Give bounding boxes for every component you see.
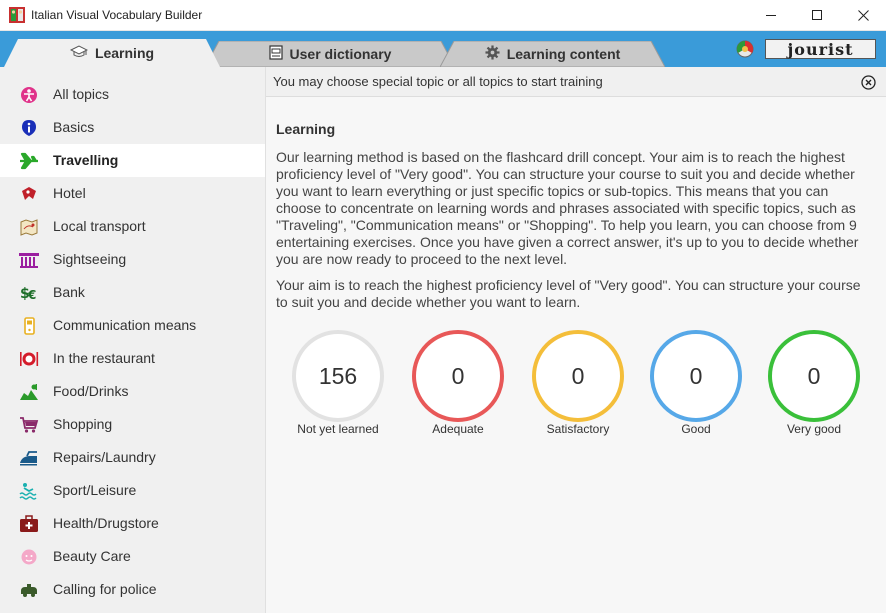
sidebar-item-communication-means[interactable]: Communication means bbox=[0, 309, 265, 342]
sidebar-item-label: Sport/Leisure bbox=[53, 482, 137, 498]
sidebar-item-label: Communication means bbox=[53, 317, 197, 333]
sidebar-item-label: Basics bbox=[53, 119, 95, 135]
close-icon bbox=[857, 10, 869, 21]
sidebar-item-all-topics[interactable]: All topics bbox=[0, 78, 265, 111]
tab-label: Learning content bbox=[506, 46, 621, 62]
sidebar-item-label: Local transport bbox=[53, 218, 146, 234]
sidebar-item-shopping[interactable]: Shopping bbox=[0, 408, 265, 441]
sidebar-item-sightseeing[interactable]: Sightseeing bbox=[0, 243, 265, 276]
police-icon bbox=[19, 580, 39, 600]
description-paragraph: Our learning method is based on the flas… bbox=[276, 149, 859, 267]
svg-text:€: € bbox=[27, 288, 36, 302]
stat-ring: 0 bbox=[650, 330, 742, 422]
cart-icon bbox=[19, 415, 39, 435]
section-title: Learning bbox=[276, 121, 336, 137]
map-icon bbox=[19, 217, 39, 237]
tab-user-dictionary[interactable]: User dictionary bbox=[205, 41, 455, 67]
minimize-icon bbox=[765, 15, 776, 16]
topics-sidebar: All topics Basics Travelling Hotel Local… bbox=[0, 67, 266, 613]
sidebar-item-label: Bank bbox=[53, 284, 85, 300]
sidebar-item-repairs-laundry[interactable]: Repairs/Laundry bbox=[0, 441, 265, 474]
stat-label: Adequate bbox=[432, 422, 484, 436]
hotel-icon bbox=[19, 184, 39, 204]
sidebar-item-food-drinks[interactable]: Food/Drinks bbox=[0, 375, 265, 408]
tab-learning-content[interactable]: Learning content bbox=[440, 41, 665, 67]
sidebar-item-health-drugstore[interactable]: Health/Drugstore bbox=[0, 507, 265, 540]
currency-icon: $ € bbox=[19, 283, 39, 303]
sidebar-item-travelling[interactable]: Travelling bbox=[0, 144, 265, 177]
sidebar-item-label: Hotel bbox=[53, 185, 86, 201]
first-aid-icon bbox=[19, 514, 39, 534]
stat-label: Satisfactory bbox=[546, 422, 610, 436]
iron-icon bbox=[19, 448, 39, 468]
sidebar-item-bank[interactable]: $ € Bank bbox=[0, 276, 265, 309]
sidebar-item-sport-leisure[interactable]: Sport/Leisure bbox=[0, 474, 265, 507]
stat-value: 0 bbox=[571, 362, 585, 389]
sidebar-item-basics[interactable]: Basics bbox=[0, 111, 265, 144]
gear-icon bbox=[485, 45, 500, 63]
columns-icon bbox=[19, 250, 39, 270]
tab-label: User dictionary bbox=[289, 46, 392, 62]
close-banner-icon[interactable] bbox=[861, 75, 876, 90]
sidebar-item-label: Shopping bbox=[53, 416, 113, 432]
jourist-logo: jourist bbox=[765, 39, 876, 59]
plate-icon bbox=[19, 349, 39, 369]
sidebar-item-hotel[interactable]: Hotel bbox=[0, 177, 265, 210]
sidebar-item-beauty-care[interactable]: Beauty Care bbox=[0, 540, 265, 573]
summary-paragraph: Your aim is to reach the highest profici… bbox=[276, 277, 861, 310]
sidebar-item-in-the-restaurant[interactable]: In the restaurant bbox=[0, 342, 265, 375]
main-panel: You may choose special topic or all topi… bbox=[266, 67, 886, 613]
window-title: Italian Visual Vocabulary Builder bbox=[31, 8, 203, 22]
stat-value: 156 bbox=[318, 362, 358, 389]
airplane-icon bbox=[19, 151, 39, 171]
all-topics-icon bbox=[19, 85, 39, 105]
tab-label: Learning bbox=[94, 45, 155, 61]
dictionary-icon bbox=[268, 45, 283, 63]
info-icon bbox=[19, 118, 39, 138]
maximize-button[interactable] bbox=[794, 0, 840, 31]
swimming-icon bbox=[19, 481, 39, 501]
stat-ring: 156 bbox=[292, 330, 384, 422]
sidebar-item-label: All topics bbox=[53, 86, 110, 102]
app-icon bbox=[9, 7, 25, 23]
sidebar-item-label: Beauty Care bbox=[53, 548, 131, 564]
face-icon bbox=[19, 547, 39, 567]
minimize-button[interactable] bbox=[748, 0, 794, 31]
graduation-cap-icon bbox=[69, 44, 89, 62]
sidebar-item-label: Travelling bbox=[53, 152, 119, 168]
language-flag-icon[interactable] bbox=[736, 40, 754, 58]
stat-ring: 0 bbox=[412, 330, 504, 422]
stat-ring: 0 bbox=[768, 330, 860, 422]
logo-text: jourist bbox=[787, 39, 854, 59]
stat-label: Not yet learned bbox=[297, 422, 379, 436]
tab-learning[interactable]: Learning bbox=[4, 39, 220, 67]
phone-icon bbox=[19, 316, 39, 336]
sidebar-item-label: Calling for police bbox=[53, 581, 157, 597]
stat-label: Very good bbox=[786, 422, 842, 436]
close-button[interactable] bbox=[840, 0, 886, 31]
sidebar-item-label: Repairs/Laundry bbox=[53, 449, 156, 465]
sidebar-item-calling-for-police[interactable]: Calling for police bbox=[0, 573, 265, 606]
maximize-icon bbox=[811, 10, 822, 20]
sidebar-item-label: Sightseeing bbox=[53, 251, 127, 267]
food-icon bbox=[19, 382, 39, 402]
sidebar-item-local-transport[interactable]: Local transport bbox=[0, 210, 265, 243]
title-bar: Italian Visual Vocabulary Builder bbox=[0, 0, 886, 31]
sidebar-item-label: In the restaurant bbox=[53, 350, 155, 366]
sidebar-item-label: Food/Drinks bbox=[53, 383, 129, 399]
stat-value: 0 bbox=[451, 362, 465, 389]
info-banner: You may choose special topic or all topi… bbox=[266, 67, 886, 97]
info-banner-text: You may choose special topic or all topi… bbox=[273, 74, 603, 89]
sidebar-item-label: Health/Drugstore bbox=[53, 515, 159, 531]
stat-ring: 0 bbox=[532, 330, 624, 422]
stat-label: Good bbox=[681, 422, 711, 436]
stat-value: 0 bbox=[689, 362, 703, 389]
stat-value: 0 bbox=[807, 362, 821, 389]
